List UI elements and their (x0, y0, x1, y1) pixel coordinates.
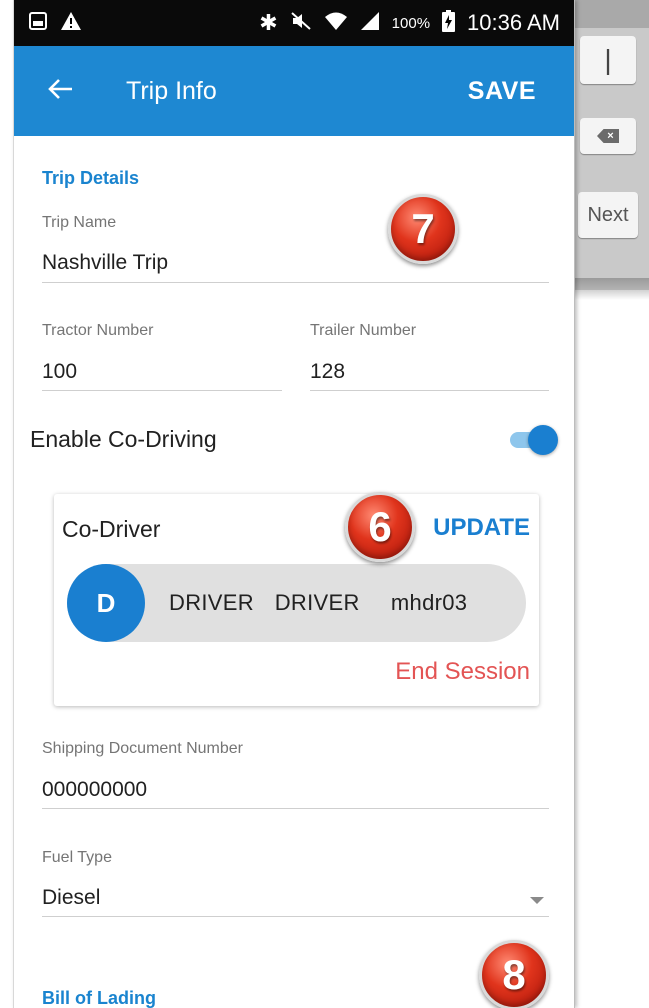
fuel-type-label: Fuel Type (42, 849, 112, 866)
back-button[interactable] (32, 63, 88, 119)
driver-chip[interactable]: D DRIVER DRIVER mhdr03 (67, 564, 526, 642)
tractor-number-input[interactable]: 100 (42, 360, 77, 384)
backspace-icon: × (597, 129, 619, 143)
section-title-trip-details: Trip Details (42, 168, 140, 188)
mute-icon (290, 11, 312, 35)
keyboard-key-partial-label: | (604, 44, 612, 75)
avatar: D (67, 564, 145, 642)
shipping-document-label: Shipping Document Number (42, 740, 243, 757)
shipping-document-underline (42, 808, 549, 809)
tractor-number-label: Tractor Number (42, 322, 154, 339)
fuel-type-underline (42, 916, 549, 917)
trailer-number-input[interactable]: 128 (310, 360, 345, 384)
keyboard-next-key[interactable]: Next (578, 192, 638, 238)
page-title: Trip Info (126, 76, 217, 105)
trip-name-input[interactable]: Nashville Trip (42, 251, 168, 275)
arrow-left-icon (47, 78, 73, 105)
shipping-document-input[interactable]: 000000000 (42, 778, 147, 802)
callout-badge-8: 8 (479, 940, 549, 1008)
co-driving-toggle-label: Enable Co-Driving (30, 426, 217, 452)
co-driving-toggle[interactable] (508, 425, 558, 455)
fuel-type-select[interactable]: Diesel (42, 886, 100, 910)
trip-name-underline (42, 282, 549, 283)
clock: 10:36 AM (467, 10, 560, 35)
signal-icon (360, 11, 380, 35)
save-button[interactable]: SAVE (468, 77, 536, 106)
phone-screen: ✱ 100% 10:36 AM Trip Info SAVE Trip Deta… (13, 0, 575, 1008)
battery-percent: 100% (391, 14, 431, 32)
status-bar: ✱ 100% 10:36 AM (14, 0, 574, 46)
trailer-number-underline (310, 390, 549, 391)
keyboard-shadow (575, 278, 649, 300)
update-button[interactable]: UPDATE (433, 514, 530, 542)
section-title-bill-of-lading: Bill of Lading (42, 988, 156, 1008)
tractor-number-underline (42, 390, 282, 391)
end-session-button[interactable]: End Session (395, 658, 530, 686)
keyboard-backspace-key[interactable]: × (580, 118, 636, 154)
co-driver-card: Co-Driver UPDATE D DRIVER DRIVER mhdr03 … (54, 494, 539, 706)
wifi-icon (324, 11, 348, 35)
toggle-thumb (528, 425, 558, 455)
app-bar: Trip Info SAVE (14, 46, 574, 136)
bluetooth-icon: ✱ (259, 10, 278, 35)
keyboard-top-strip (575, 0, 649, 28)
gallery-notification-icon (28, 11, 48, 35)
co-driver-title: Co-Driver (62, 516, 161, 542)
callout-badge-7: 7 (388, 194, 458, 264)
trailer-number-label: Trailer Number (310, 322, 417, 339)
triangle-down-icon[interactable] (530, 897, 544, 904)
warning-icon (60, 11, 82, 35)
callout-badge-6: 6 (345, 492, 415, 562)
keyboard-key-partial[interactable]: | (580, 36, 636, 84)
driver-name: DRIVER DRIVER mhdr03 (169, 590, 468, 615)
trip-name-label: Trip Name (42, 214, 117, 231)
keyboard-next-label: Next (587, 203, 629, 226)
battery-charging-icon (442, 10, 456, 36)
